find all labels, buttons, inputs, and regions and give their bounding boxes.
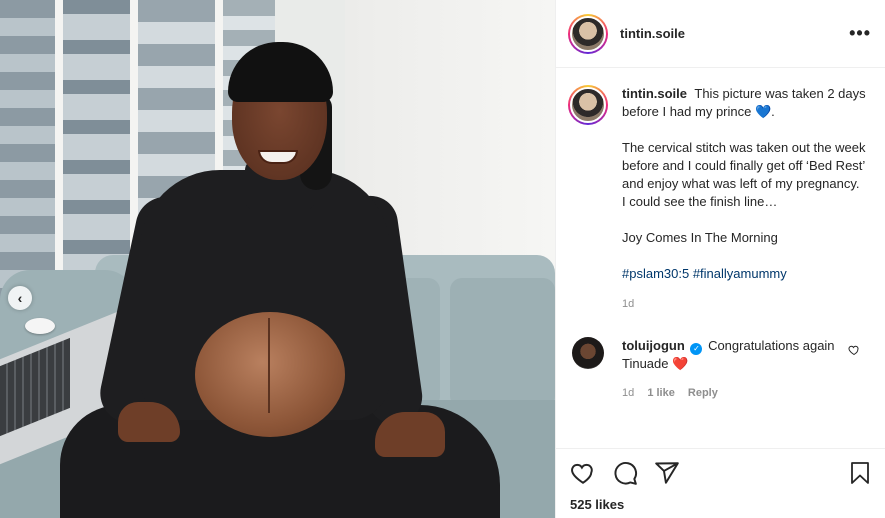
verified-icon: ✓ xyxy=(690,343,703,355)
person-hand xyxy=(375,412,445,457)
caption-text: tintin.soile This picture was taken 2 da… xyxy=(622,85,867,313)
comment: toluijogun ✓ Congratulations again Tinua… xyxy=(568,337,874,402)
more-icon[interactable]: ••• xyxy=(849,23,871,44)
post-side-panel: tintin.soile ••• tintin.soile This pictu… xyxy=(555,0,885,518)
caption-line-4: I could see the finish line… xyxy=(622,194,778,209)
red-heart-icon: ❤️ xyxy=(672,356,689,371)
comment-meta: 1d 1 like Reply xyxy=(622,384,852,402)
comments-area: tintin.soile This picture was taken 2 da… xyxy=(556,69,885,447)
sofa-cushion xyxy=(450,278,555,408)
share-shape xyxy=(655,462,679,484)
avatar[interactable] xyxy=(568,13,608,54)
caption-line-2 xyxy=(622,121,867,139)
caption-hashtags[interactable]: #pslam30:5 #finallyamummy xyxy=(622,265,867,283)
comment-like-heart-icon[interactable] xyxy=(848,344,860,359)
comment-time[interactable]: 1d xyxy=(622,387,634,399)
caption-line-5 xyxy=(622,211,867,229)
actions-bar: 525 likes xyxy=(556,448,885,512)
avatar[interactable] xyxy=(568,85,608,125)
mouse xyxy=(25,318,55,334)
caption-line-6: Joy Comes In The Morning xyxy=(622,230,778,245)
avatar[interactable] xyxy=(572,337,604,369)
comment-shape xyxy=(614,462,637,485)
heart-shape xyxy=(571,463,593,484)
share-icon[interactable] xyxy=(654,460,680,486)
caption-time[interactable]: 1d xyxy=(622,295,867,313)
post-header: tintin.soile ••• xyxy=(556,0,885,68)
caption-line-7 xyxy=(622,247,867,265)
caption: tintin.soile This picture was taken 2 da… xyxy=(568,85,874,313)
avatar-image xyxy=(570,87,606,123)
caption-line-3: The cervical stitch was taken out the we… xyxy=(622,140,866,191)
caption-username[interactable]: tintin.soile xyxy=(622,86,687,101)
heart-icon[interactable] xyxy=(570,460,596,486)
person-belly xyxy=(195,312,345,437)
comment-username[interactable]: toluijogun xyxy=(622,338,685,353)
post-photo[interactable]: ‹ xyxy=(0,0,555,518)
blue-heart-icon: 💙 xyxy=(754,104,772,119)
bookmark-shape xyxy=(851,462,869,484)
header-username[interactable]: tintin.soile xyxy=(620,26,849,41)
comment-icon[interactable] xyxy=(612,460,638,486)
action-icons xyxy=(570,459,872,487)
bookmark-icon[interactable] xyxy=(848,460,872,486)
heart-outline xyxy=(848,345,859,356)
avatar-image xyxy=(570,15,606,52)
caption-line: tintin.soile This picture was taken 2 da… xyxy=(622,86,866,119)
comment-likes[interactable]: 1 like xyxy=(647,387,675,399)
belly-line xyxy=(268,318,270,413)
chevron-left-icon[interactable]: ‹ xyxy=(8,286,32,310)
comment-body: toluijogun ✓ Congratulations again Tinua… xyxy=(622,337,852,402)
likes-count[interactable]: 525 likes xyxy=(570,497,872,512)
reply-button[interactable]: Reply xyxy=(688,387,718,399)
